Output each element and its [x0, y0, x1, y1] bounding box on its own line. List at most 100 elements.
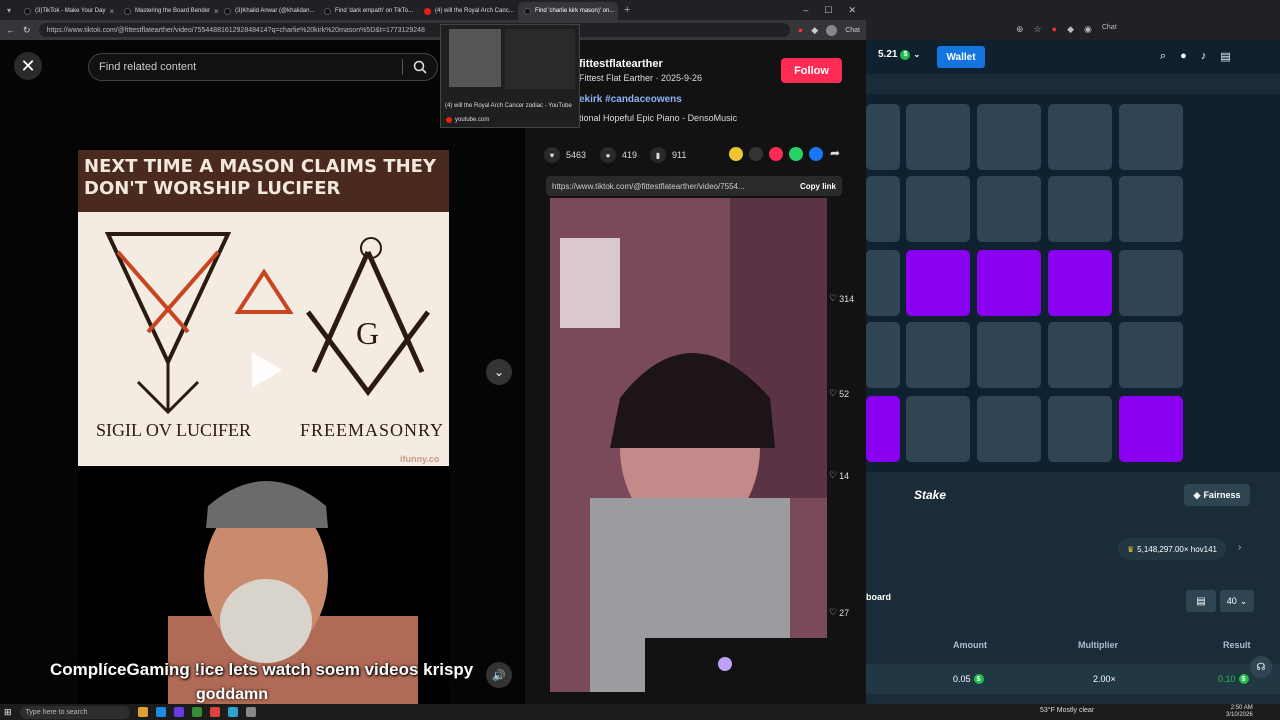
app-icon[interactable]: [173, 707, 184, 717]
zoom-icon[interactable]: ⊕: [1016, 24, 1024, 35]
big-win-badge[interactable]: ♛ 5,148,297.00× hov141: [1118, 538, 1226, 560]
support-headset-icon[interactable]: ☊: [1250, 656, 1272, 678]
hidden-tile[interactable]: [906, 396, 970, 462]
reload-icon[interactable]: ↻: [23, 25, 31, 36]
follow-button[interactable]: Follow: [781, 58, 842, 83]
hidden-tile[interactable]: [1119, 176, 1183, 242]
revealed-gem-tile[interactable]: [977, 250, 1041, 316]
app-icon[interactable]: [191, 707, 202, 717]
hidden-tile[interactable]: [906, 176, 970, 242]
like-stat[interactable]: ♥ 5463: [544, 147, 586, 163]
star-icon[interactable]: ☆: [1034, 24, 1042, 35]
hidden-tile[interactable]: [1119, 322, 1183, 388]
search-input[interactable]: Find related content: [88, 53, 438, 81]
hidden-tile[interactable]: [906, 322, 970, 388]
new-tab-icon[interactable]: +: [624, 4, 630, 16]
hidden-tile[interactable]: [977, 176, 1041, 242]
search-icon[interactable]: ⌕: [1160, 50, 1166, 63]
hidden-tile[interactable]: [977, 396, 1041, 462]
extension-icon[interactable]: ◆: [1067, 24, 1074, 35]
volume-button[interactable]: 🔊: [486, 662, 512, 688]
filter-button[interactable]: ▤: [1186, 590, 1216, 612]
revealed-gem-tile[interactable]: [1048, 250, 1112, 316]
tab-charlie-kirk[interactable]: Find 'charlie kirk mason)' on...×: [518, 2, 618, 20]
extension-icon[interactable]: ◆: [811, 25, 818, 36]
tab-menu-icon[interactable]: ▾: [0, 6, 18, 15]
hidden-tile[interactable]: [977, 104, 1041, 170]
hidden-tile[interactable]: [906, 104, 970, 170]
close-video-button[interactable]: ✕: [14, 52, 42, 80]
chat-button[interactable]: Chat: [845, 27, 860, 34]
tab-tiktok[interactable]: (3)TikTok - Make Your Day ×: [18, 2, 118, 20]
url-field[interactable]: https://www.tiktok.com/@fittestflatearth…: [38, 23, 790, 37]
tab-board-bender[interactable]: Mastering the Board Bender ×: [118, 2, 218, 20]
hidden-tile[interactable]: [1119, 250, 1183, 316]
bell-icon[interactable]: ♪: [1201, 50, 1207, 63]
rows-count-select[interactable]: 40 ⌄: [1220, 590, 1254, 612]
revealed-gem-tile[interactable]: [866, 396, 900, 462]
tab-youtube[interactable]: (4) will the Royal Arch Canc...×: [418, 2, 518, 20]
comment-like[interactable]: ♡ 52: [829, 388, 849, 399]
hidden-tile[interactable]: [866, 250, 900, 316]
maximize-icon[interactable]: ☐: [824, 5, 832, 16]
tab-dark-empath[interactable]: Find 'dark empath' on TikTo...×: [318, 2, 418, 20]
revealed-gem-tile[interactable]: [1119, 396, 1183, 462]
extension-icon[interactable]: ●: [798, 25, 803, 35]
taskbar-clock[interactable]: 2:50 AM 3/10/2026: [1226, 705, 1253, 719]
hidden-tile[interactable]: [1048, 322, 1112, 388]
comment-like[interactable]: ♡ 314: [829, 293, 854, 304]
play-icon[interactable]: [248, 350, 284, 390]
hidden-tile[interactable]: [866, 176, 900, 242]
hidden-tile[interactable]: [866, 322, 900, 388]
hidden-tile[interactable]: [1048, 396, 1112, 462]
windows-start-icon[interactable]: ⊞: [4, 707, 12, 718]
hidden-tile[interactable]: [1048, 104, 1112, 170]
chat-button[interactable]: Chat: [1102, 24, 1117, 35]
share-arrow-icon[interactable]: ➦: [830, 146, 840, 160]
extension-icon[interactable]: ●: [1052, 24, 1057, 35]
currency-coin-icon: $: [973, 674, 984, 684]
facebook-icon[interactable]: [809, 147, 823, 161]
hidden-tile[interactable]: [977, 322, 1041, 388]
weather-widget[interactable]: 53°F Mostly clear: [1040, 707, 1094, 714]
fairness-button[interactable]: ◈ Fairness: [1184, 484, 1250, 506]
hidden-tile[interactable]: [866, 104, 900, 170]
comment-stat[interactable]: ● 419: [600, 147, 637, 163]
app-icon[interactable]: [245, 707, 256, 717]
profile-avatar-icon[interactable]: [826, 24, 838, 36]
send-icon[interactable]: [769, 147, 783, 161]
wallet-button[interactable]: Wallet: [937, 46, 985, 68]
user-icon[interactable]: ●: [1180, 50, 1187, 63]
music-title[interactable]: tional Hopeful Epic Piano - DensoMusic: [579, 113, 737, 123]
save-stat[interactable]: ▮ 911: [650, 147, 686, 163]
close-tab-icon[interactable]: ×: [109, 7, 114, 16]
tab-khalid[interactable]: (3)Khalid Anwar (@khalidan...×: [218, 2, 318, 20]
hashtags[interactable]: ekirk #candaceowens: [579, 94, 682, 105]
video-link[interactable]: https://www.tiktok.com/@fittestflatearth…: [552, 182, 745, 191]
hidden-tile[interactable]: [1048, 176, 1112, 242]
comment-like[interactable]: ♡ 14: [829, 470, 849, 481]
minimize-icon[interactable]: –: [803, 5, 808, 16]
close-window-icon[interactable]: ✕: [848, 5, 856, 16]
whatsapp-icon[interactable]: [789, 147, 803, 161]
next-video-button[interactable]: ⌄: [486, 359, 512, 385]
app-icon[interactable]: [137, 707, 148, 717]
app-icon[interactable]: [155, 707, 166, 717]
copy-link-button[interactable]: Copy link: [800, 182, 836, 191]
search-icon[interactable]: [413, 60, 427, 74]
back-icon[interactable]: ←: [6, 25, 15, 35]
profile-avatar-icon[interactable]: ◉: [1084, 24, 1092, 35]
balance-display[interactable]: 5.21 $ ⌄: [878, 49, 920, 60]
embed-icon[interactable]: [749, 147, 763, 161]
hidden-tile[interactable]: [1119, 104, 1183, 170]
comment-like[interactable]: ♡ 27: [829, 607, 849, 618]
author-name[interactable]: fittestflatearther: [579, 58, 663, 70]
chevron-right-icon[interactable]: ›: [1238, 542, 1241, 553]
revealed-gem-tile[interactable]: [906, 250, 970, 316]
chat-icon[interactable]: ▤: [1220, 50, 1230, 63]
taskbar-search-input[interactable]: Type here to search: [19, 705, 130, 719]
app-icon[interactable]: [209, 707, 220, 717]
repost-icon[interactable]: [729, 147, 743, 161]
app-icon[interactable]: [227, 707, 238, 717]
leaderboard-tab[interactable]: board: [866, 592, 891, 602]
